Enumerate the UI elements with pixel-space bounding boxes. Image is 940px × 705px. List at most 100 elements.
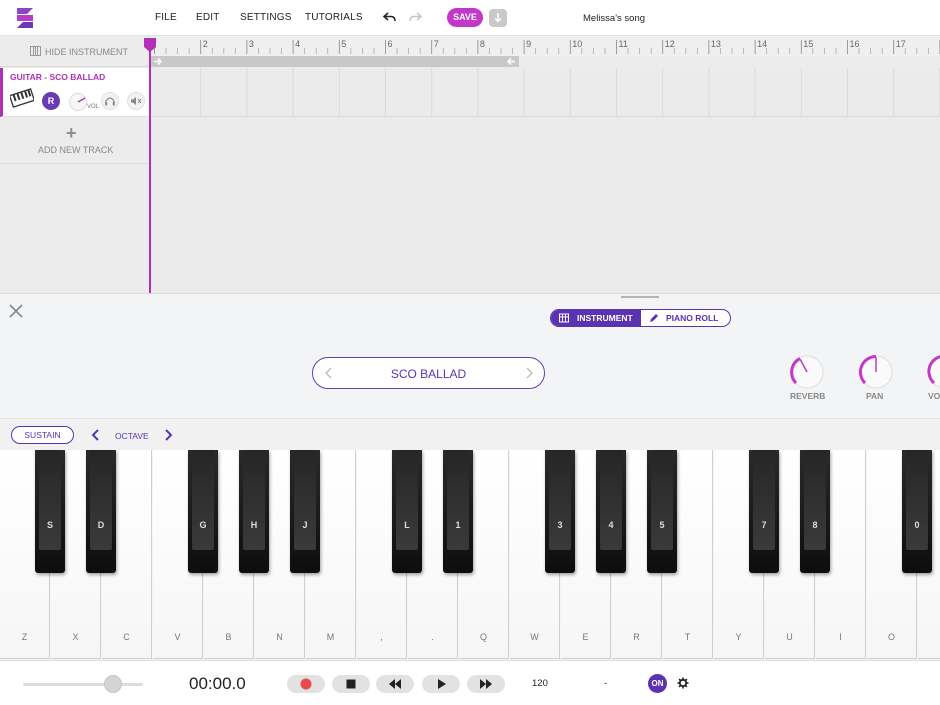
black-key[interactable]: 3 (545, 450, 575, 573)
black-key[interactable]: 1 (443, 450, 473, 573)
black-key-label: 3 (557, 520, 563, 530)
white-key-label: C (123, 632, 130, 642)
ruler-bar-number: 13 (711, 39, 721, 49)
black-key[interactable]: D (86, 450, 116, 573)
fast-forward-button[interactable] (467, 675, 505, 693)
download-button[interactable] (489, 9, 507, 27)
redo-icon[interactable] (407, 9, 423, 25)
song-title[interactable]: Melissa's song (583, 13, 645, 24)
tab-instrument-label: INSTRUMENT (577, 313, 633, 323)
solo-headphones-button[interactable] (101, 92, 119, 110)
black-key-face (549, 450, 571, 550)
rewind-icon (389, 679, 401, 689)
black-key[interactable]: J (290, 450, 320, 573)
sustain-button[interactable]: SUSTAIN (11, 426, 74, 444)
record-arm-button[interactable]: R (42, 92, 60, 110)
black-key[interactable]: H (239, 450, 269, 573)
track-lane-grid (200, 68, 940, 117)
black-key[interactable]: 4 (596, 450, 626, 573)
logo-icon[interactable] (14, 6, 36, 30)
timeline-ruler[interactable]: 2 3 4 5 6 7 8 9 10 11 12 13 14 15 16 17 (150, 36, 940, 56)
menu-settings[interactable]: SETTINGS (240, 12, 292, 23)
loop-bar[interactable] (150, 56, 940, 67)
pan-knob[interactable] (857, 353, 895, 391)
black-key-face (753, 450, 775, 550)
preset-name: SCO BALLAD (390, 367, 467, 381)
white-key-label: W (530, 632, 539, 642)
loop-end-arrow-icon[interactable] (506, 57, 516, 66)
panel-resize-handle[interactable] (621, 296, 659, 298)
black-key[interactable]: 8 (800, 450, 830, 573)
black-key-label: 4 (608, 520, 614, 530)
record-icon (300, 678, 312, 690)
black-key-face (651, 450, 673, 550)
tab-piano-roll[interactable]: PIANO ROLL (641, 310, 730, 326)
arrangement-empty (150, 118, 940, 293)
black-key[interactable]: 5 (647, 450, 677, 573)
black-key-face (39, 450, 61, 550)
ruler-bar-number: 16 (850, 39, 860, 49)
ruler-bar-number: 14 (757, 39, 767, 49)
volume-knob[interactable] (926, 353, 940, 391)
loop-start-arrow-icon[interactable] (153, 57, 163, 66)
gear-icon[interactable] (677, 677, 689, 689)
black-key-label: D (97, 520, 105, 530)
pan-label: PAN (866, 391, 884, 401)
volume-knob[interactable] (68, 92, 88, 112)
white-key-label: I (839, 632, 842, 642)
reverb-knob[interactable] (788, 353, 826, 391)
black-key[interactable]: L (392, 450, 422, 573)
volume-label: VOL (87, 104, 100, 110)
chevron-right-icon[interactable] (523, 366, 535, 380)
tempo-display[interactable]: 120 (532, 678, 548, 689)
octave-down-icon[interactable] (90, 428, 102, 442)
loop-region[interactable] (150, 56, 519, 67)
stop-icon (346, 679, 356, 689)
preset-selector[interactable]: SCO BALLAD (312, 357, 545, 389)
black-key-face (294, 450, 316, 550)
tab-instrument[interactable]: INSTRUMENT (551, 310, 641, 326)
track-area: HIDE INSTRUMENT 2 3 4 5 6 7 8 9 10 11 12 13 14 15 16 17… (0, 36, 940, 293)
black-key-label: G (199, 520, 207, 530)
ruler-bar-number: 4 (295, 39, 300, 49)
menu-edit[interactable]: EDIT (196, 12, 220, 23)
black-key-face (243, 450, 265, 550)
ruler-bar-number: 9 (526, 39, 531, 49)
play-button[interactable] (422, 675, 460, 693)
menu-tutorials[interactable]: TUTORIALS (305, 12, 363, 23)
menu-file[interactable]: FILE (155, 12, 177, 23)
track-lane[interactable] (150, 68, 940, 117)
record-button[interactable] (287, 675, 325, 693)
rewind-button[interactable] (376, 675, 414, 693)
black-key-face (600, 450, 622, 550)
white-key-label: , (380, 632, 383, 642)
stop-button[interactable] (332, 675, 370, 693)
black-key-label: 1 (455, 520, 461, 530)
black-key[interactable]: 7 (749, 450, 779, 573)
black-key[interactable]: G (188, 450, 218, 573)
white-key-label: X (72, 632, 79, 642)
track-header[interactable]: GUITAR - SCO BALLAD R VOL (0, 68, 150, 117)
black-key-face (906, 450, 928, 550)
close-icon[interactable] (8, 303, 24, 319)
position-slider-thumb[interactable] (104, 675, 122, 693)
tab-piano-roll-label: PIANO ROLL (666, 313, 719, 323)
black-key[interactable]: S (35, 450, 65, 573)
undo-icon[interactable] (382, 9, 398, 25)
black-key[interactable]: 0 (902, 450, 932, 573)
hide-instrument-button[interactable]: HIDE INSTRUMENT (0, 36, 150, 67)
octave-up-icon[interactable] (162, 428, 174, 442)
volume-knob-label: VO (928, 391, 940, 401)
ruler-bar-number: 8 (480, 39, 485, 49)
playhead-marker-icon[interactable] (144, 38, 156, 52)
position-slider-track[interactable] (23, 683, 143, 686)
key-display[interactable]: - (604, 678, 607, 689)
add-track-button[interactable]: + ADD NEW TRACK (0, 118, 150, 164)
track-name[interactable]: GUITAR - SCO BALLAD (10, 72, 105, 82)
metronome-toggle[interactable]: ON (648, 674, 667, 693)
save-button[interactable]: SAVE (447, 8, 483, 27)
mute-button[interactable] (127, 92, 145, 110)
keyboard-icon (30, 46, 41, 56)
hide-instrument-label: HIDE INSTRUMENT (45, 47, 128, 57)
instrument-panel: INSTRUMENT PIANO ROLL SCO BALLAD REVERB … (0, 293, 940, 418)
